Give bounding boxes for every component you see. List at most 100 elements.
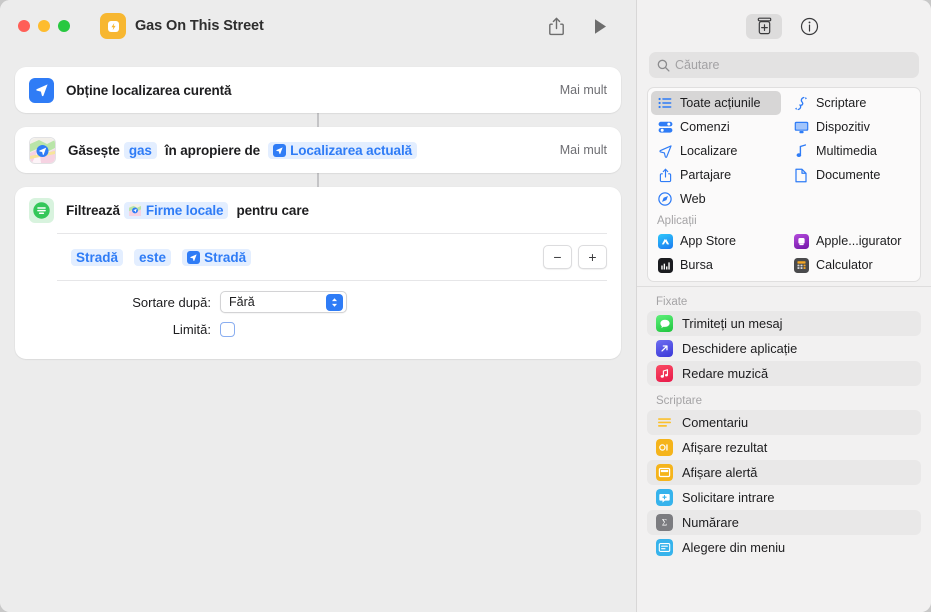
limit-checkbox[interactable] — [220, 322, 235, 337]
list-item[interactable]: Afișare alertă — [647, 460, 921, 485]
list-item[interactable]: Alegere din meniu — [647, 535, 921, 560]
more-link[interactable]: Mai mult — [560, 143, 607, 157]
category-label: Documente — [816, 168, 881, 182]
condition-stepper: − + — [543, 245, 607, 269]
location-arrow-icon — [29, 77, 54, 103]
open-app-icon — [656, 340, 673, 357]
action-title: Obține localizarea curentă — [66, 82, 232, 98]
pinned-list: Trimiteți un mesaj Deschidere aplicație — [637, 311, 931, 386]
app-item-calculator[interactable]: Calculator — [787, 253, 917, 277]
action-row: Obține localizarea curentă Mai mult — [15, 67, 621, 113]
subject-token-label: Firme locale — [145, 202, 224, 218]
action-row: Filtrează Firme locale pentru care — [15, 187, 621, 233]
category-item-all-actions[interactable]: Toate acțiunile — [651, 91, 781, 115]
category-item-media[interactable]: Multimedia — [787, 139, 917, 163]
music-icon — [656, 365, 673, 382]
list-item[interactable]: Comentariu — [647, 410, 921, 435]
zoom-button[interactable] — [58, 20, 70, 32]
info-button[interactable] — [796, 13, 822, 39]
category-item-sharing[interactable]: Partajare — [651, 163, 781, 187]
add-condition-button[interactable]: + — [578, 245, 607, 269]
share-button[interactable] — [540, 11, 572, 41]
condition-field-token[interactable]: Stradă — [71, 248, 124, 266]
list-item[interactable]: Σ Numărare — [647, 510, 921, 535]
app-item-stocks[interactable]: Bursa — [651, 253, 781, 277]
stocks-icon — [657, 257, 673, 273]
traffic-lights — [18, 20, 70, 32]
app-label: Calculator — [816, 258, 873, 272]
info-circle-icon — [800, 17, 819, 36]
workflow-editor-pane: Gas On This Street Obține localizarea cu… — [0, 0, 636, 612]
app-label: App Store — [680, 234, 737, 248]
sort-by-select[interactable]: Fără — [220, 291, 347, 313]
run-button[interactable] — [584, 11, 616, 41]
count-icon: Σ — [656, 514, 673, 531]
safari-compass-icon — [657, 192, 673, 206]
category-label: Scriptare — [816, 96, 867, 110]
list-item[interactable]: Afișare rezultat — [647, 435, 921, 460]
sort-by-label: Sortare după: — [132, 294, 211, 310]
condition-operator-token[interactable]: este — [134, 248, 172, 266]
shortcuts-controls-icon — [657, 121, 673, 134]
location-token[interactable]: Localizarea actuală — [268, 141, 418, 159]
category-item-scripting[interactable]: Scriptare — [787, 91, 917, 115]
category-item-location[interactable]: Localizare — [651, 139, 781, 163]
category-item-controls[interactable]: Comenzi — [651, 115, 781, 139]
category-grid: Toate acțiunile Scriptare Comenzi Dispoz… — [648, 91, 920, 277]
comment-icon — [656, 414, 673, 431]
list-item-label: Alegere din meniu — [682, 540, 786, 555]
category-grid-card: Toate acțiunile Scriptare Comenzi Dispoz… — [647, 87, 921, 282]
show-alert-icon — [656, 464, 673, 481]
list-item-label: Solicitare intrare — [682, 490, 775, 505]
list-item[interactable]: Trimiteți un mesaj — [647, 311, 921, 336]
list-item[interactable]: Deschidere aplicație — [647, 336, 921, 361]
category-item-device[interactable]: Dispozitiv — [787, 115, 917, 139]
category-item-web[interactable]: Web — [651, 187, 781, 211]
query-token[interactable]: gas — [123, 141, 157, 159]
search-icon — [657, 59, 670, 72]
list-item-label: Redare muzică — [682, 366, 769, 381]
workflow-action-list: Obține localizarea curentă Mai mult Găse… — [0, 52, 636, 359]
scripting-icon — [793, 96, 809, 111]
search-field[interactable] — [649, 52, 919, 78]
window-title: Gas On This Street — [135, 18, 264, 34]
music-note-icon — [793, 144, 809, 158]
action-middle-text: în apropiere de — [164, 142, 261, 158]
filter-icon — [29, 197, 54, 223]
action-card-filter[interactable]: Filtrează Firme locale pentru care Strad… — [15, 187, 621, 359]
action-library-button[interactable] — [746, 13, 782, 39]
category-label: Comenzi — [680, 120, 730, 134]
condition-value-label: Stradă — [204, 249, 247, 265]
action-card-get-location[interactable]: Obține localizarea curentă Mai mult — [15, 67, 621, 113]
condition-tokens: Stradă este Stradă — [67, 248, 255, 266]
minimize-button[interactable] — [38, 20, 50, 32]
app-item-app-store[interactable]: App Store — [651, 229, 781, 253]
category-label: Toate acțiunile — [680, 96, 761, 110]
list-item[interactable]: Redare muzică — [647, 361, 921, 386]
action-connector — [317, 173, 319, 187]
condition-value-token[interactable]: Stradă — [182, 248, 252, 266]
list-item-label: Afișare alertă — [682, 465, 758, 480]
category-label: Web — [680, 192, 706, 206]
search-input[interactable] — [675, 58, 911, 72]
action-card-find-nearby[interactable]: Găsește gas în apropiere de Localizarea … — [15, 127, 621, 173]
category-label: Multimedia — [816, 144, 877, 158]
more-link[interactable]: Mai mult — [560, 83, 607, 97]
close-button[interactable] — [18, 20, 30, 32]
display-icon — [793, 121, 809, 134]
apple-configurator-icon — [793, 233, 809, 249]
category-label: Partajare — [680, 168, 732, 182]
action-prefix: Filtrează — [66, 202, 120, 218]
app-item-apple-configurator[interactable]: Apple...igurator — [787, 229, 917, 253]
section-heading-scripting: Scriptare — [656, 395, 703, 407]
svg-text:Σ: Σ — [662, 517, 667, 527]
window-titlebar: Gas On This Street — [0, 0, 636, 52]
category-item-documents[interactable]: Documente — [787, 163, 917, 187]
remove-condition-button[interactable]: − — [543, 245, 572, 269]
shortcut-app-icon — [100, 13, 126, 39]
sort-by-value: Fără — [229, 295, 255, 309]
limit-label: Limită: — [172, 322, 211, 337]
sort-by-row: Sortare după: Fără — [29, 291, 607, 313]
list-item[interactable]: Solicitare intrare — [647, 485, 921, 510]
subject-token[interactable]: Firme locale — [123, 201, 229, 219]
